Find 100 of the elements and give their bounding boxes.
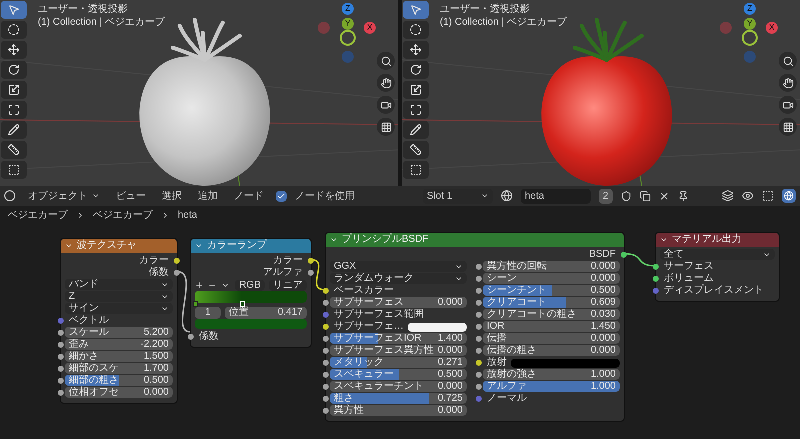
number-field[interactable]: クリアコートの粗さ 0.030 xyxy=(483,309,620,320)
number-field[interactable]: シーン 0.000 xyxy=(483,273,620,284)
number-field[interactable]: 細かさ 1.500 xyxy=(65,351,173,362)
number-field[interactable]: サブサーフェス異方性 0.000 xyxy=(330,345,467,356)
output-label: カラー xyxy=(273,255,303,267)
ruler-icon[interactable] xyxy=(403,141,429,159)
transform-icon[interactable] xyxy=(1,101,27,119)
pencil-icon[interactable] xyxy=(1,121,27,139)
editor-type-icon[interactable] xyxy=(4,190,16,202)
value-slider[interactable]: スペキュラー 0.500 xyxy=(330,369,467,380)
zoom-icon[interactable] xyxy=(779,52,797,70)
grid-icon[interactable] xyxy=(377,118,395,136)
copy-icon[interactable] xyxy=(640,190,651,202)
pin-icon[interactable] xyxy=(678,190,689,202)
node-card[interactable] xyxy=(325,232,625,422)
node-card[interactable]: カラーランプ カラー アルファ RGB リニア 1 位置 0.417 係数 xyxy=(190,238,312,348)
interpolation-dropdown[interactable]: リニア xyxy=(269,280,307,290)
breadcrumb-item[interactable]: ベジエカーブ xyxy=(8,208,68,222)
field-value: 0.000 xyxy=(438,297,463,308)
number-field[interactable]: 歪み -2.200 xyxy=(65,339,173,350)
number-field[interactable]: 細部のスケ 1.700 xyxy=(65,363,173,374)
add-box-icon[interactable] xyxy=(1,161,27,179)
slot-dropdown[interactable]: Slot 1 xyxy=(423,188,493,204)
scale-icon[interactable] xyxy=(1,81,27,99)
node-title[interactable]: マテリアル出力 xyxy=(656,233,779,247)
menu-item[interactable]: ノード xyxy=(230,188,268,204)
node-title-text: マテリアル出力 xyxy=(672,234,742,246)
close-icon[interactable] xyxy=(658,190,670,202)
select-tool-icon[interactable] xyxy=(1,1,27,19)
hand-icon[interactable] xyxy=(779,74,797,92)
number-field[interactable]: 位相オフセ 0.000 xyxy=(65,387,173,398)
number-field[interactable]: 伝播 0.000 xyxy=(483,333,620,344)
dropdown[interactable]: Z xyxy=(65,291,173,302)
user-count[interactable]: 2 xyxy=(599,188,613,204)
dropdown[interactable]: バンド xyxy=(65,279,173,290)
sphere-icon[interactable] xyxy=(782,189,796,203)
transform-icon[interactable] xyxy=(403,101,429,119)
color-mode-dropdown[interactable]: RGB xyxy=(235,280,265,290)
cursor-icon[interactable] xyxy=(1,21,27,39)
output-label: 係数 xyxy=(149,267,169,279)
move-icon[interactable] xyxy=(403,41,429,59)
node-card[interactable]: マテリアル出力 全て サーフェス ボリューム ディスプレイスメント xyxy=(655,232,780,302)
breadcrumb-item[interactable]: ベジエカーブ xyxy=(93,208,153,222)
input-label: サブサーフェス範囲 xyxy=(334,309,424,320)
position-field[interactable]: 位置 0.417 xyxy=(225,307,307,319)
value-slider[interactable]: シーンチント 0.500 xyxy=(483,285,620,296)
node-title[interactable]: カラーランプ xyxy=(191,239,311,253)
field-value: 0.000 xyxy=(438,405,463,416)
color-swatch[interactable] xyxy=(511,358,620,368)
value-slider[interactable]: アルファ 1.000 xyxy=(483,381,620,392)
node-link xyxy=(312,259,326,291)
ramp-stop-marker[interactable] xyxy=(193,301,198,307)
scale-icon[interactable] xyxy=(403,81,429,99)
menu-item[interactable]: 選択 xyxy=(158,188,186,204)
select-tool-icon[interactable] xyxy=(403,1,429,19)
cursor-icon[interactable] xyxy=(403,21,429,39)
material-name-field[interactable]: heta xyxy=(521,188,591,204)
menu-item[interactable]: 追加 xyxy=(194,188,222,204)
number-field[interactable]: スペキュラーチント 0.000 xyxy=(330,381,467,392)
dropdown[interactable]: サイン xyxy=(65,303,173,314)
breadcrumb-item[interactable]: heta xyxy=(178,208,198,222)
grid-icon[interactable] xyxy=(779,118,797,136)
add-box-icon[interactable] xyxy=(403,161,429,179)
pencil-icon[interactable] xyxy=(403,121,429,139)
number-field[interactable]: 異方性の回転 0.000 xyxy=(483,261,620,272)
ruler-icon[interactable] xyxy=(1,141,27,159)
checkbox[interactable] xyxy=(276,190,287,202)
input-label: ディスプレイスメント xyxy=(664,285,764,297)
add-icon[interactable] xyxy=(195,280,204,290)
node-title[interactable]: 波テクスチャ xyxy=(61,239,177,253)
number-field[interactable]: IOR 1.450 xyxy=(483,321,620,332)
camera-icon[interactable] xyxy=(779,96,797,114)
value-slider[interactable]: クリアコート 0.609 xyxy=(483,297,620,308)
shield-icon[interactable] xyxy=(620,190,632,202)
dropdown[interactable]: GGX xyxy=(330,261,467,272)
move-icon[interactable] xyxy=(1,41,27,59)
node-title-text: 波テクスチャ xyxy=(77,240,137,252)
number-field[interactable]: 伝播の粗さ 0.000 xyxy=(483,345,620,356)
number-field[interactable]: 放射の強さ 1.000 xyxy=(483,369,620,380)
rotate-icon[interactable] xyxy=(403,61,429,79)
node-title[interactable]: プリンシプルBSDF xyxy=(326,233,624,247)
zoom-icon[interactable] xyxy=(377,52,395,70)
material-sphere-icon[interactable] xyxy=(501,190,513,202)
color-swatch[interactable] xyxy=(195,319,307,329)
menu-item[interactable]: ビュー xyxy=(112,188,150,204)
dropdown[interactable]: 全て xyxy=(660,249,775,260)
number-field[interactable]: サブサーフェス 0.000 xyxy=(330,297,467,308)
rotate-icon[interactable] xyxy=(1,61,27,79)
color-swatch[interactable] xyxy=(408,322,467,332)
value-slider[interactable]: 粗さ 0.725 xyxy=(330,393,467,404)
slider-value: 1.000 xyxy=(590,381,616,392)
dropdown[interactable]: ランダムウォーク xyxy=(330,273,467,284)
layers-icon[interactable] xyxy=(722,190,734,202)
mode-dropdown[interactable]: オブジェクト xyxy=(24,188,104,204)
camera-icon[interactable] xyxy=(377,96,395,114)
stop-index-field[interactable]: 1 xyxy=(195,307,221,319)
number-field[interactable]: スケール 5.200 xyxy=(65,327,173,338)
number-field[interactable]: 異方性 0.000 xyxy=(330,405,467,416)
hand-icon[interactable] xyxy=(377,74,395,92)
chevron-icon xyxy=(76,210,85,220)
